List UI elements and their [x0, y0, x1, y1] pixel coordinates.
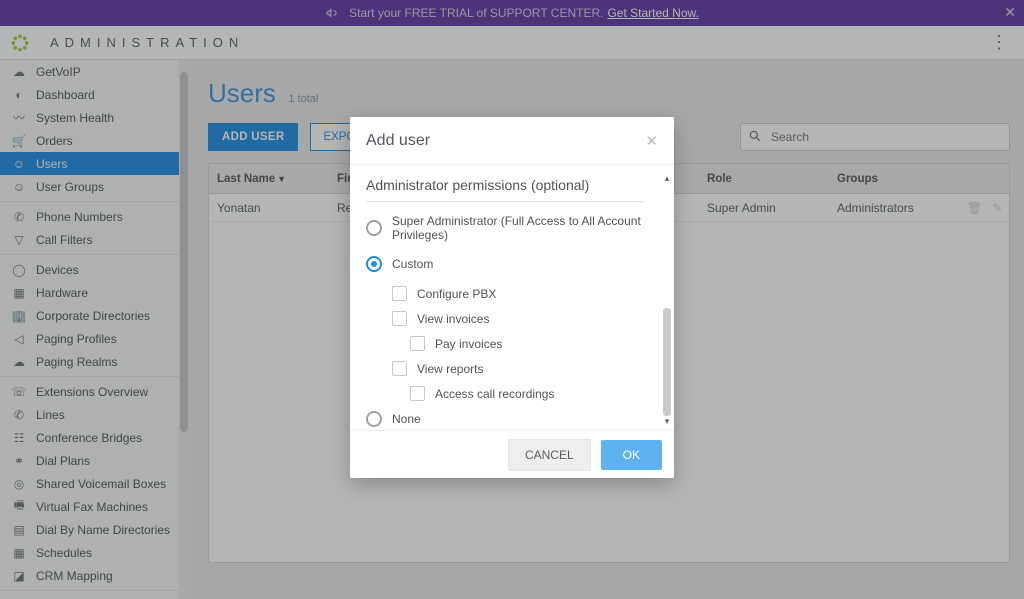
radio-icon: [366, 411, 382, 427]
scroll-up-icon[interactable]: ▴: [662, 173, 672, 183]
radio-icon: [366, 220, 382, 236]
section-title: Administrator permissions (optional): [366, 173, 644, 202]
radio-checked-icon: [366, 256, 382, 272]
checkbox-icon: [410, 386, 425, 401]
checkbox-icon: [392, 311, 407, 326]
perm-view-reports[interactable]: View reports: [392, 361, 658, 376]
scrollbar-thumb[interactable]: [663, 308, 671, 416]
ok-button[interactable]: OK: [601, 440, 662, 470]
option-super-admin[interactable]: Super Administrator (Full Access to All …: [366, 214, 658, 242]
modal-footer: CANCEL OK: [350, 430, 674, 478]
checkbox-icon: [392, 361, 407, 376]
modal-body: Administrator permissions (optional) Sup…: [350, 165, 674, 430]
checkbox-icon: [410, 336, 425, 351]
add-user-modal: Add user ✕ Administrator permissions (op…: [350, 117, 674, 478]
option-custom[interactable]: Custom: [366, 256, 658, 272]
scroll-down-icon[interactable]: ▾: [662, 416, 672, 426]
perm-configure-pbx[interactable]: Configure PBX: [392, 286, 658, 301]
perm-access-recordings[interactable]: Access call recordings: [410, 386, 658, 401]
perm-pay-invoices[interactable]: Pay invoices: [410, 336, 658, 351]
modal-title: Add user: [366, 132, 430, 150]
checkbox-icon: [392, 286, 407, 301]
cancel-button[interactable]: CANCEL: [508, 439, 591, 471]
perm-view-invoices[interactable]: View invoices: [392, 311, 658, 326]
modal-scrollbar[interactable]: ▴ ▾: [662, 173, 672, 426]
option-none[interactable]: None: [366, 411, 658, 427]
modal-header: Add user ✕: [350, 117, 674, 165]
close-icon[interactable]: ✕: [645, 132, 658, 150]
